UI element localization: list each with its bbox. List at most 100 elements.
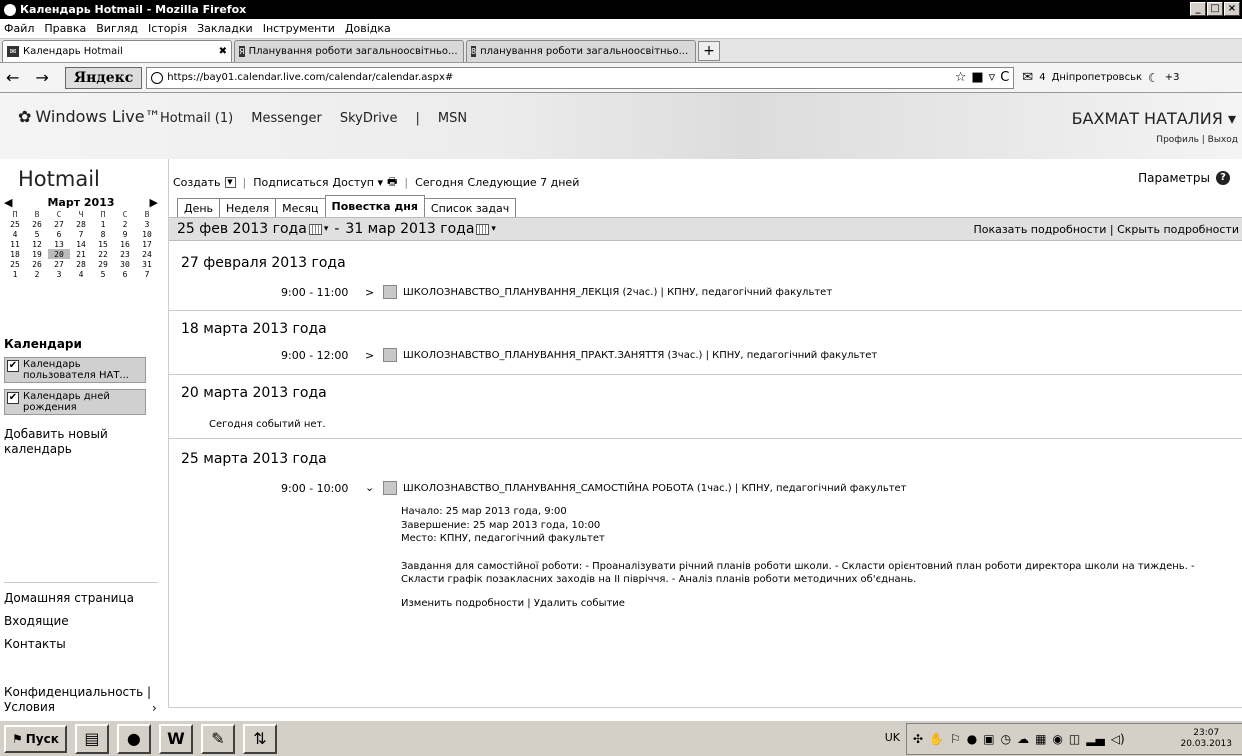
create-dropdown-icon[interactable]: ▼ (224, 177, 236, 188)
day-cell[interactable]: 3 (136, 219, 158, 229)
params-link[interactable]: Параметры (1138, 171, 1210, 185)
calendar-item-user[interactable]: ✔ Календарь пользователя НАТ... (4, 357, 146, 383)
range-start[interactable]: 25 фев 2013 года (177, 221, 307, 237)
range-end[interactable]: 31 мар 2013 года (345, 221, 474, 237)
show-details-link[interactable]: Показать подробности (973, 223, 1106, 236)
day-cell[interactable]: 1 (4, 269, 26, 279)
next-7-days-button[interactable]: Следующие 7 дней (468, 176, 580, 189)
day-cell[interactable]: 29 (92, 259, 114, 269)
close-tab-icon[interactable]: × (458, 46, 463, 57)
day-cell[interactable]: 28 (70, 219, 92, 229)
day-cell[interactable]: 28 (70, 259, 92, 269)
day-cell[interactable]: 2 (26, 269, 48, 279)
disc-icon[interactable]: ◉ (1052, 732, 1062, 746)
event-title[interactable]: ШКОЛОЗНАВСТВО_ПЛАНУВАННЯ_ПРАКТ.ЗАНЯТТЯ (… (403, 350, 877, 361)
cloud-icon[interactable]: ☁ (1017, 732, 1029, 746)
checkbox-checked-icon[interactable]: ✔ (7, 360, 19, 372)
day-cell[interactable]: 18 (4, 249, 26, 259)
day-cell[interactable]: 6 (114, 269, 136, 279)
browser-tab-hotmail[interactable]: ✉ Календарь Hotmail ✖ (2, 40, 232, 62)
day-cell[interactable]: 27 (48, 219, 70, 229)
windows-live-logo[interactable]: ✿ Windows Live™ (18, 107, 161, 126)
nav-messenger[interactable]: Messenger (251, 111, 322, 126)
feed-icon[interactable]: ■ (971, 70, 983, 85)
new-tab-button[interactable]: + (698, 41, 720, 61)
browser-tab-search[interactable]: 8 планування роботи загальноосвітньо... … (466, 40, 696, 62)
close-tab-icon[interactable]: × (688, 46, 695, 57)
help-icon[interactable]: ? (1216, 171, 1230, 185)
volume-icon[interactable]: ◁) (1111, 732, 1125, 746)
day-cell[interactable]: 26 (26, 219, 48, 229)
today-button[interactable]: Сегодня (415, 176, 463, 189)
reload-icon[interactable]: C (1000, 70, 1009, 85)
logout-link[interactable]: Выход (1208, 135, 1238, 145)
taskbar-paint-icon[interactable]: ✎ (200, 723, 235, 754)
city-label[interactable]: Дніпропетровськ (1052, 72, 1142, 83)
day-cell[interactable]: 19 (26, 249, 48, 259)
day-cell[interactable]: 13 (48, 239, 70, 249)
tray-app-icon[interactable]: ▣ (983, 732, 994, 746)
day-cell[interactable]: 31 (136, 259, 158, 269)
clock[interactable]: 23:07 20.03.2013 (1180, 728, 1242, 750)
menu-bookmarks[interactable]: Закладки (197, 22, 253, 35)
create-button[interactable]: Создать (173, 176, 221, 189)
mail-icon[interactable]: ✉ (1022, 70, 1033, 85)
calendar-picker-icon[interactable] (476, 223, 490, 235)
day-cell[interactable]: 15 (92, 239, 114, 249)
tab-week[interactable]: Неделя (219, 198, 277, 217)
nav-hotmail[interactable]: Hotmail (1) (160, 111, 233, 126)
language-indicator[interactable]: UK (885, 731, 900, 744)
day-cell[interactable]: 14 (70, 239, 92, 249)
bookmark-star-icon[interactable]: ☆ (955, 70, 967, 85)
tab-month[interactable]: Месяц (275, 198, 326, 217)
day-cell[interactable]: 24 (136, 249, 158, 259)
day-cell[interactable]: 1 (92, 219, 114, 229)
menu-file[interactable]: Файл (4, 22, 34, 35)
url-bar[interactable]: https://bay01.calendar.live.com/calendar… (146, 66, 1015, 89)
dropdown-icon[interactable]: ▾ (324, 224, 329, 234)
day-cell[interactable]: 9 (114, 229, 136, 239)
signal-icon[interactable]: ▂▄ (1086, 732, 1104, 746)
taskbar-printer-icon[interactable]: ▤ (74, 723, 109, 754)
hotmail-title[interactable]: Hotmail (18, 167, 100, 191)
day-cell[interactable]: 30 (114, 259, 136, 269)
back-icon[interactable]: ← (6, 68, 19, 87)
menu-tools[interactable]: Інструменти (263, 22, 335, 35)
expand-arrow-icon[interactable]: > (365, 286, 374, 299)
nav-msn[interactable]: MSN (438, 111, 467, 126)
day-cell[interactable]: 4 (70, 269, 92, 279)
device-icon[interactable]: ◫ (1069, 732, 1080, 746)
info-icon[interactable]: ● (967, 732, 977, 746)
day-cell[interactable]: 26 (26, 259, 48, 269)
browser-tab-yandex[interactable]: Я Планування роботи загальноосвітньо... … (234, 40, 464, 62)
sidebar-expand-icon[interactable]: › (152, 701, 157, 715)
event-title[interactable]: ШКОЛОЗНАВСТВО_ПЛАНУВАННЯ_ЛЕКЦІЯ (2час.) … (403, 287, 832, 298)
taskbar-transfer-icon[interactable]: ⇅ (242, 723, 277, 754)
add-calendar-link[interactable]: Добавить новый календарь (4, 427, 134, 457)
collapse-arrow-icon[interactable]: ⌄ (365, 481, 374, 494)
dropdown-icon[interactable]: ▿ (989, 70, 996, 85)
menu-edit[interactable]: Правка (44, 22, 86, 35)
taskbar-word-icon[interactable]: W (158, 723, 193, 754)
access-button[interactable]: Доступ ▾ (333, 176, 384, 189)
network-icon[interactable]: ✣ (913, 732, 923, 746)
day-cell[interactable]: 6 (48, 229, 70, 239)
dropdown-icon[interactable]: ▾ (491, 224, 496, 234)
tab-agenda[interactable]: Повестка дня (324, 195, 425, 217)
day-cell[interactable]: 11 (4, 239, 26, 249)
day-cell[interactable]: 12 (26, 239, 48, 249)
day-cell[interactable]: 25 (4, 219, 26, 229)
inbox-link[interactable]: Входящие (4, 614, 69, 628)
mini-calendar-month[interactable]: Март 2013 (47, 196, 114, 209)
day-cell[interactable]: 3 (48, 269, 70, 279)
day-cell[interactable]: 22 (92, 249, 114, 259)
minimize-button[interactable]: _ (1190, 2, 1206, 16)
close-button[interactable]: × (1224, 2, 1240, 16)
day-cell[interactable]: 4 (4, 229, 26, 239)
clock-tray-icon[interactable]: ◷ (1001, 732, 1011, 746)
day-cell[interactable]: 5 (26, 229, 48, 239)
tab-day[interactable]: День (177, 198, 221, 217)
subscribe-button[interactable]: Подписаться (253, 176, 328, 189)
day-cell[interactable]: 16 (114, 239, 136, 249)
day-cell[interactable]: 17 (136, 239, 158, 249)
